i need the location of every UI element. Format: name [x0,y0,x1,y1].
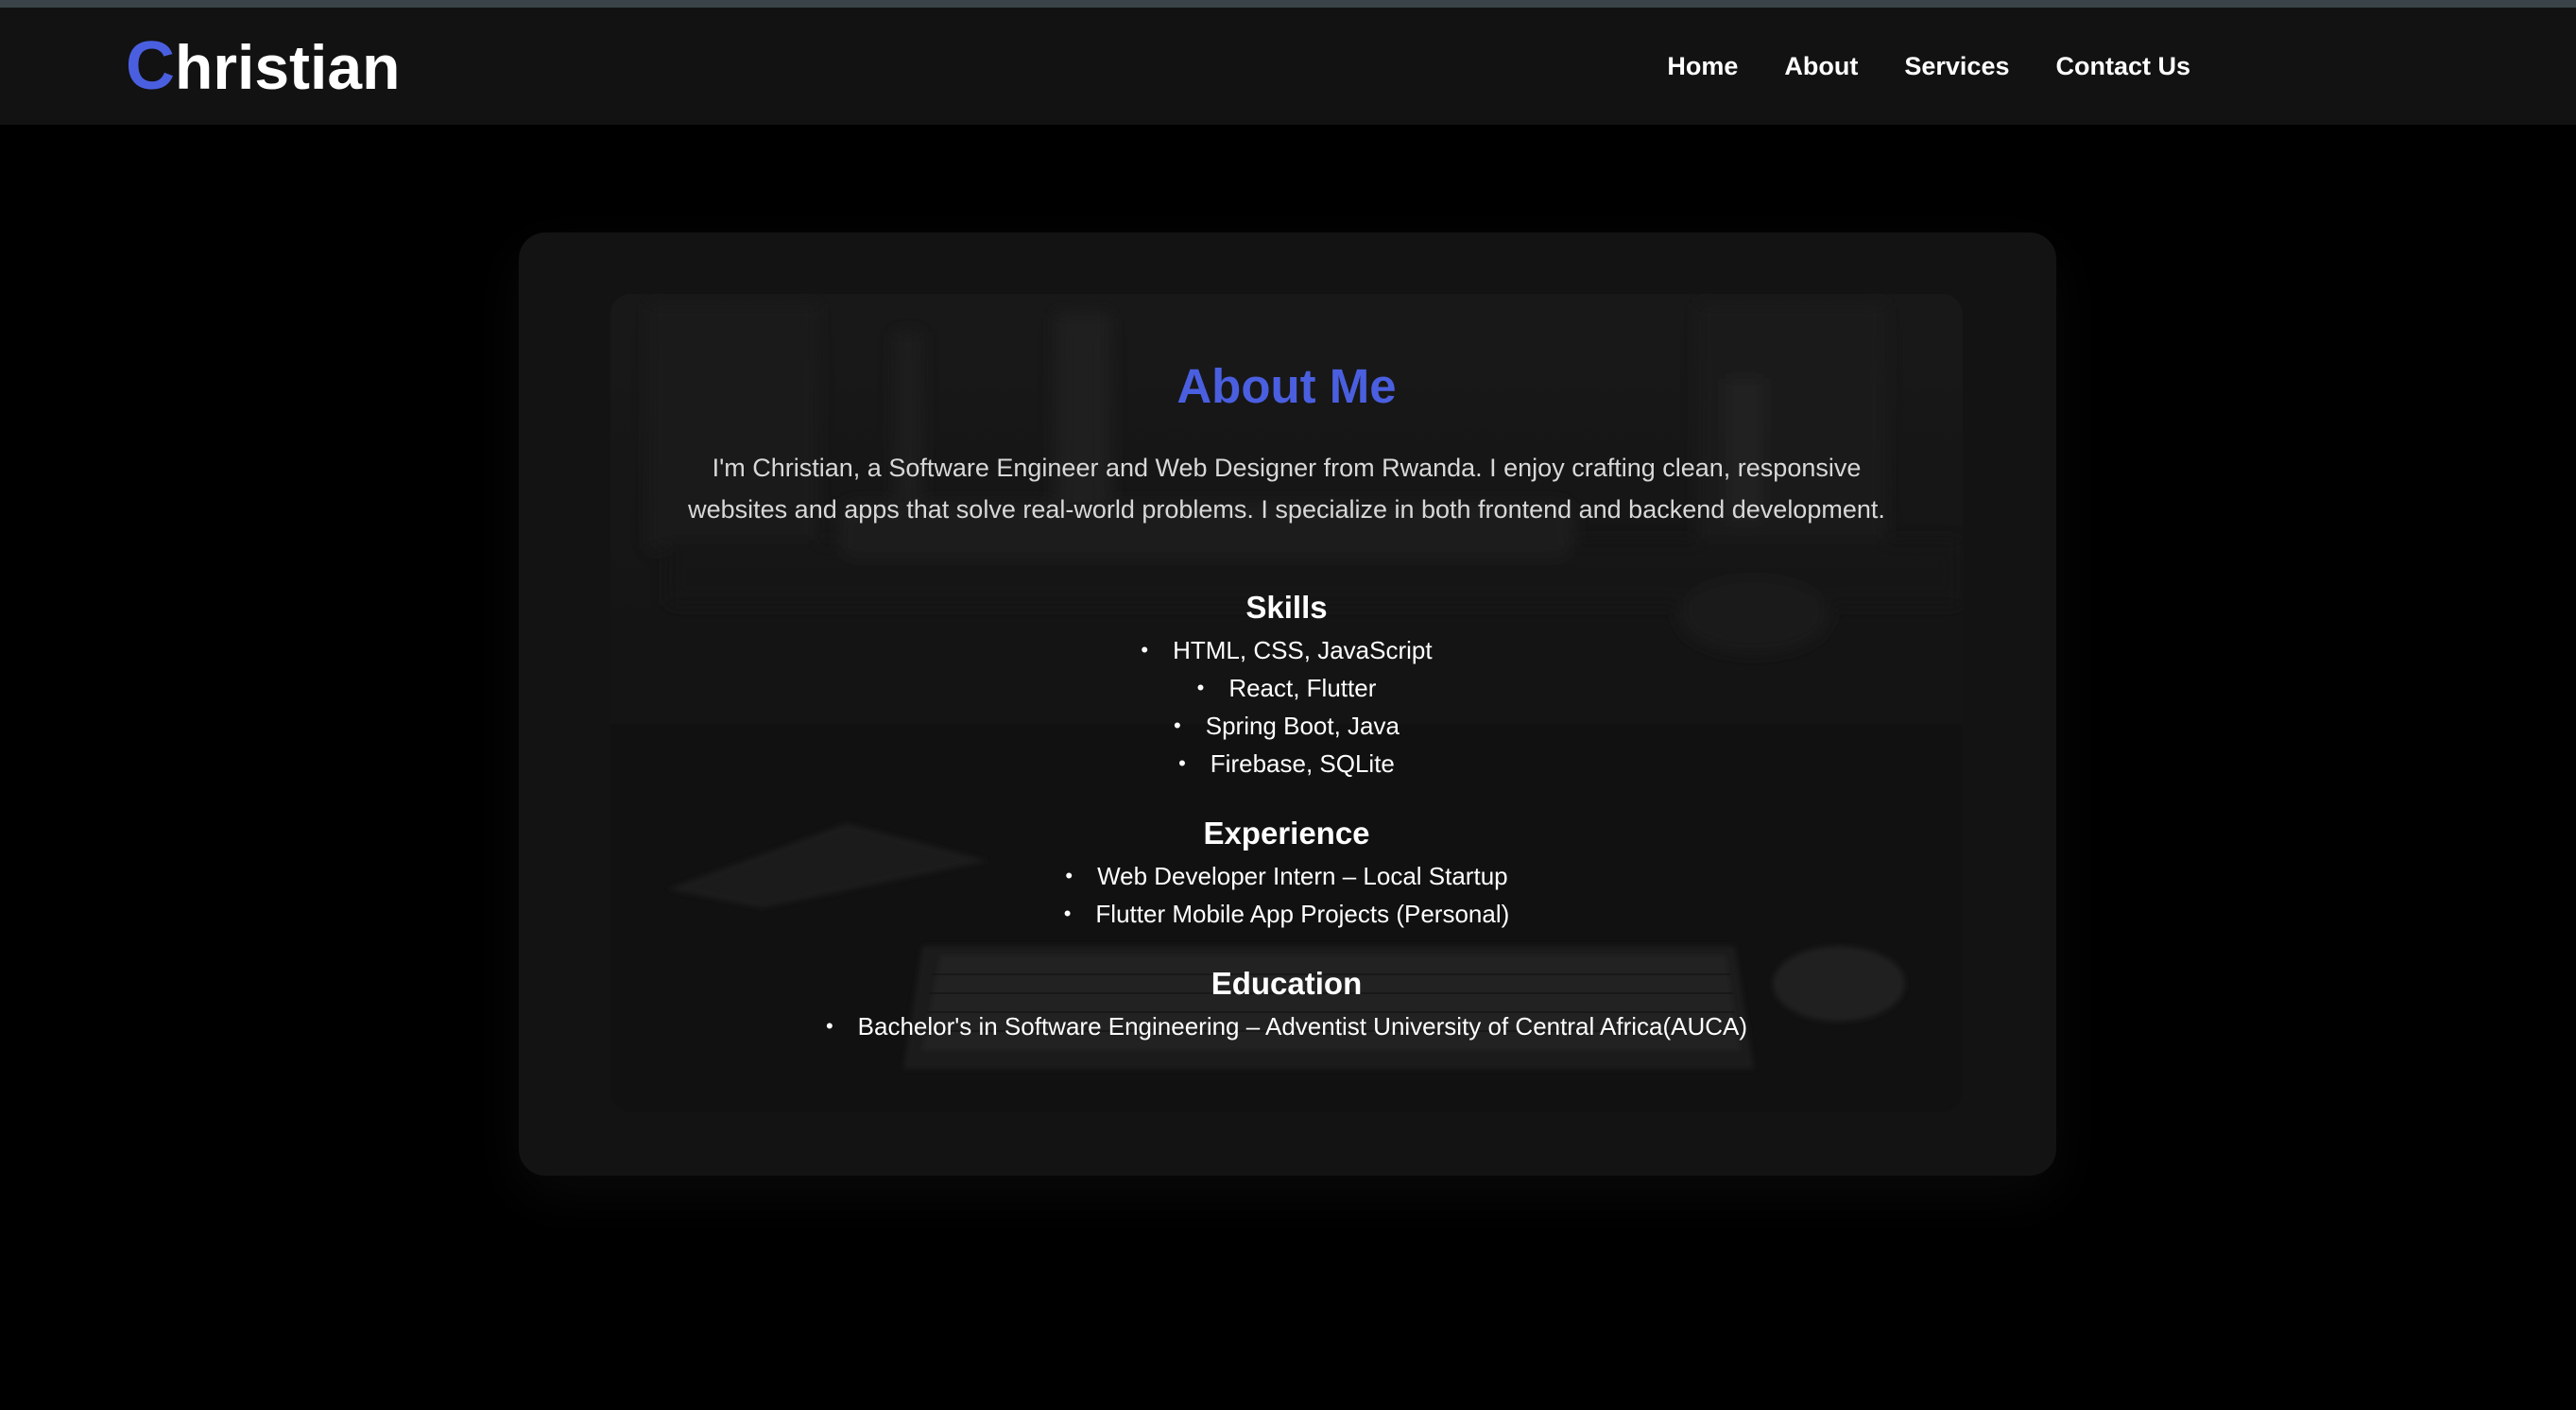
site-logo[interactable]: Christian [126,32,400,100]
about-content: About Me I'm Christian, a Software Engin… [610,294,1963,1112]
list-item: • HTML, CSS, JavaScript [1141,636,1433,664]
nav-contact-link[interactable]: Contact Us [2055,52,2190,81]
list-item: • Spring Boot, Java [1174,712,1400,740]
nav-about-link[interactable]: About [1784,52,1858,81]
list-item: • Bachelor's in Software Engineering – Ad… [825,1012,1748,1040]
skills-list: • HTML, CSS, JavaScript • React, Flutter •… [610,631,1963,782]
experience-heading: Experience [1203,816,1370,851]
list-item: • Web Developer Intern – Local Startup [1065,862,1508,890]
education-heading: Education [1211,966,1363,1001]
list-item: • Firebase, SQLite [1178,749,1395,778]
about-intro: I'm Christian, a Software Engineer and W… [688,454,1885,524]
logo-first-letter: C [126,28,175,104]
navbar: Christian Home About Services Contact Us [0,8,2576,125]
list-item: • Flutter Mobile App Projects (Personal) [1063,900,1510,928]
experience-list: • Web Developer Intern – Local Startup • F… [610,857,1963,933]
list-item: • React, Flutter [1196,674,1377,702]
main-nav: Home About Services Contact Us [1667,52,2190,81]
about-section-card: About Me I'm Christian, a Software Engin… [519,232,2056,1176]
nav-home-link[interactable]: Home [1667,52,1738,81]
about-title: About Me [1176,359,1397,413]
logo-text: hristian [175,32,401,102]
skills-heading: Skills [1245,590,1328,625]
about-content-card: About Me I'm Christian, a Software Engin… [610,294,1963,1112]
education-list: • Bachelor's in Software Engineering – Ad… [610,1007,1963,1045]
browser-top-strip [0,0,2576,8]
nav-services-link[interactable]: Services [1904,52,2009,81]
